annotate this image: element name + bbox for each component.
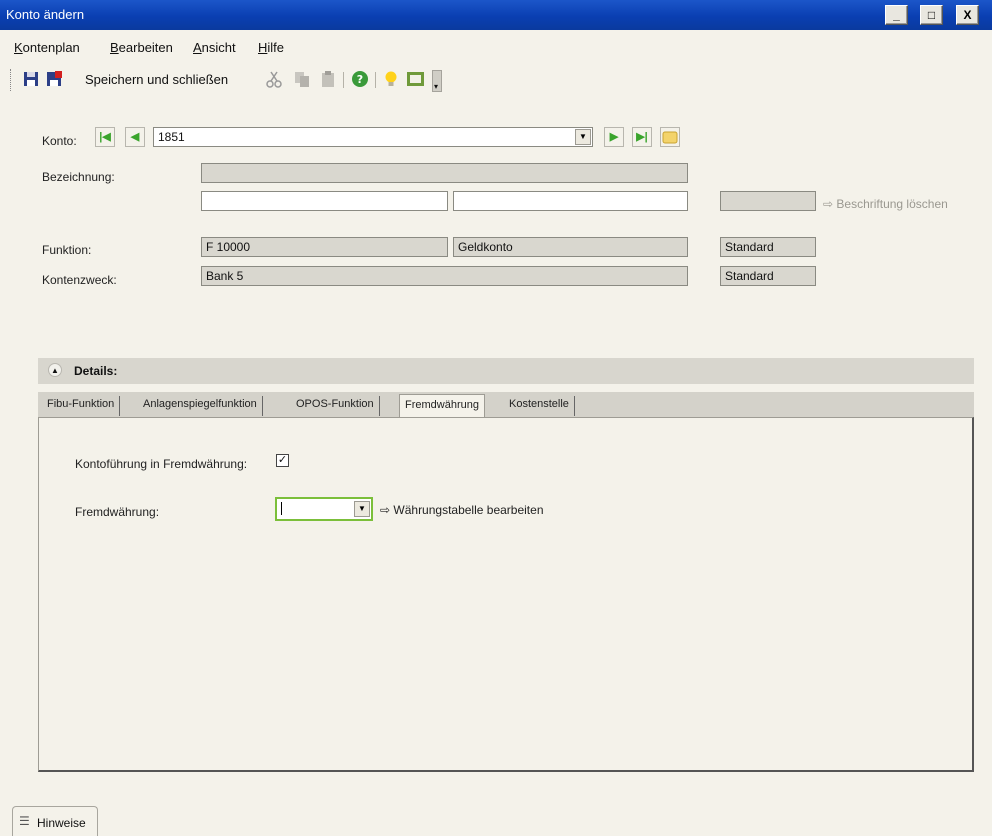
- tab-opos-funktion[interactable]: OPOS-Funktion: [291, 396, 380, 416]
- next-record-button[interactable]: ▶: [604, 127, 624, 147]
- beschriftung-field[interactable]: [720, 191, 816, 211]
- clipboard-icon: [322, 71, 334, 87]
- scissors-icon: [266, 71, 282, 88]
- svg-text:?: ?: [357, 73, 363, 86]
- minimize-button[interactable]: _: [885, 5, 908, 25]
- toolbar-overflow-button[interactable]: ▾: [432, 70, 442, 92]
- details-header[interactable]: ▲ Details:: [38, 358, 974, 384]
- first-record-button[interactable]: |◀: [95, 127, 115, 147]
- floppy-disk-icon: [24, 72, 38, 86]
- bezeichnung-field[interactable]: [201, 163, 688, 183]
- previous-record-button[interactable]: ◀: [125, 127, 145, 147]
- funktion-code-field[interactable]: F 10000: [201, 237, 448, 257]
- hint-button[interactable]: [382, 70, 400, 88]
- copy-icon: [295, 72, 309, 87]
- kontenzweck-label: Kontenzweck:: [42, 273, 117, 287]
- bezeichnung-alt2-field[interactable]: [453, 191, 688, 211]
- save-button[interactable]: [22, 70, 40, 88]
- chevron-down-icon[interactable]: ▼: [575, 129, 591, 145]
- fremdwaehrung-panel: Kontoführung in Fremdwährung: ✓ Fremdwäh…: [38, 417, 974, 772]
- funktion-label: Funktion:: [42, 243, 92, 257]
- close-button[interactable]: X: [956, 5, 979, 25]
- tab-fibu-funktion[interactable]: Fibu-Funktion: [42, 396, 121, 416]
- fremdwaehrung-select[interactable]: ▼: [275, 497, 373, 521]
- details-title: Details:: [74, 364, 118, 378]
- menu-kontenplan[interactable]: Kontenplan: [14, 40, 80, 55]
- beschriftung-loeschen-link[interactable]: ⇨ Beschriftung löschen: [823, 197, 948, 211]
- menu-bearbeiten[interactable]: Bearbeiten: [110, 40, 173, 55]
- konto-combobox[interactable]: 1851 ▼: [153, 127, 593, 147]
- window-title: Konto ändern: [6, 7, 85, 22]
- menu-hilfe[interactable]: Hilfe: [258, 40, 284, 55]
- previous-icon: ◀: [130, 131, 140, 143]
- save-and-close-button[interactable]: Speichern und schließen: [85, 72, 228, 87]
- first-record-icon: |◀: [99, 131, 111, 143]
- bezeichnung-label: Bezeichnung:: [42, 170, 115, 184]
- help-circle-icon: ?: [352, 71, 368, 87]
- paste-button[interactable]: [319, 70, 337, 88]
- tab-fremdwaehrung[interactable]: Fremdwährung: [399, 394, 485, 418]
- waehrungstabelle-link[interactable]: ⇨ Währungstabelle bearbeiten: [380, 503, 544, 517]
- tab-anlagenspiegelfunktion[interactable]: Anlagenspiegelfunktion: [138, 396, 263, 416]
- save-close-icon-button[interactable]: [45, 70, 63, 88]
- toolbar-separator: [343, 72, 344, 88]
- toolbar: Speichern und schließen ? ▾: [10, 66, 480, 94]
- bezeichnung-alt1-field[interactable]: [201, 191, 448, 211]
- konto-label: Konto:: [42, 134, 77, 148]
- funktion-type-field[interactable]: Standard: [720, 237, 816, 257]
- toolbar-grip[interactable]: [10, 69, 12, 91]
- copy-button[interactable]: [293, 70, 311, 88]
- list-icon: ☰: [19, 814, 30, 828]
- text-cursor: [281, 502, 282, 515]
- chevron-down-icon: ▾: [434, 82, 439, 91]
- hinweise-label: Hinweise: [37, 816, 86, 830]
- lightbulb-icon: [385, 71, 397, 86]
- kontofuehrung-checkbox[interactable]: ✓: [276, 454, 289, 467]
- chevron-down-icon[interactable]: ▼: [354, 501, 370, 517]
- collapse-chevron-icon[interactable]: ▲: [48, 363, 62, 377]
- help-button[interactable]: ?: [351, 70, 369, 88]
- next-icon: ▶: [609, 131, 619, 143]
- funktion-name-field[interactable]: Geldkonto: [453, 237, 688, 257]
- konto-value: 1851: [158, 130, 185, 144]
- calculator-icon: [407, 72, 424, 86]
- kontofuehrung-label: Kontoführung in Fremdwährung:: [75, 457, 248, 471]
- checkmark-icon: ✓: [277, 454, 288, 466]
- last-record-icon: ▶|: [636, 131, 648, 143]
- toolbar-separator: [375, 72, 376, 88]
- maximize-button[interactable]: □: [920, 5, 943, 25]
- hinweise-tab[interactable]: ☰ Hinweise: [12, 806, 98, 836]
- floppy-disk-close-icon: [47, 71, 62, 86]
- kontenzweck-type-field[interactable]: Standard: [720, 266, 816, 286]
- title-bar: Konto ändern _ □ X: [0, 0, 992, 30]
- fremdwaehrung-label: Fremdwährung:: [75, 505, 160, 519]
- last-record-button[interactable]: ▶|: [632, 127, 652, 147]
- calculator-button[interactable]: [406, 70, 426, 88]
- details-tabs: Fibu-Funktion Anlagenspiegelfunktion OPO…: [38, 392, 974, 418]
- tab-kostenstelle[interactable]: Kostenstelle: [504, 396, 575, 416]
- kontenzweck-field[interactable]: Bank 5: [201, 266, 688, 286]
- menu-ansicht[interactable]: Ansicht: [193, 40, 236, 55]
- folder-icon: [662, 131, 678, 144]
- cut-button[interactable]: [265, 70, 283, 88]
- new-record-button[interactable]: [660, 127, 680, 147]
